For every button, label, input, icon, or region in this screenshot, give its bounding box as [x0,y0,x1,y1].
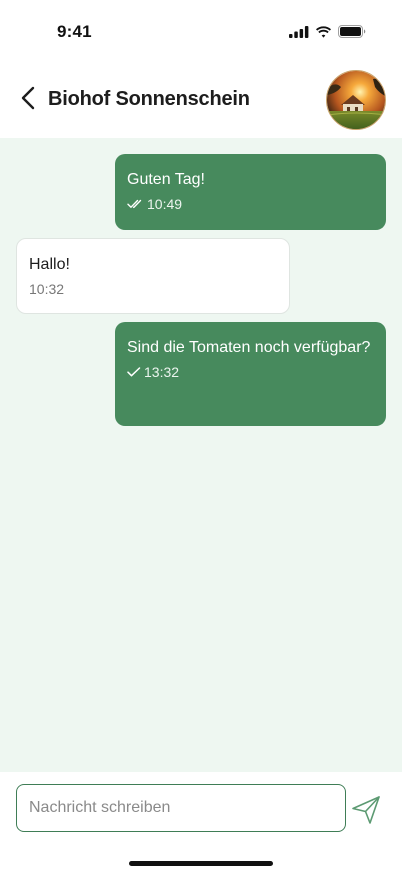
message-time: 10:49 [147,196,183,212]
message-meta: 13:32 [127,364,374,380]
message-text: Hallo! [29,256,70,273]
status-bar: 9:41 [0,0,402,62]
chevron-left-icon [21,86,35,115]
message-text: Guten Tag! [127,171,205,188]
double-check-icon [127,196,144,212]
message-time: 10:32 [29,281,65,297]
status-time: 9:41 [57,22,92,41]
cellular-signal-icon [289,25,309,43]
chat-screen: 9:41 Biohof Sonnenschein Guten Tag! 10:4… [0,0,402,874]
message-list[interactable]: Guten Tag! 10:49 Hallo! 10:32 Sind die T… [0,138,402,772]
contact-name[interactable]: Biohof Sonnenschein [48,88,250,111]
message-bubble-incoming[interactable]: Hallo! 10:32 [16,238,290,314]
contact-avatar[interactable] [326,70,386,130]
back-button[interactable] [16,86,40,114]
status-icons [289,25,366,43]
home-indicator[interactable] [129,861,273,866]
chat-header: Biohof Sonnenschein [0,62,402,138]
message-meta: 10:32 [29,281,277,297]
message-text: Sind die Tomaten noch verfügbar? [127,339,371,356]
message-meta: 10:49 [127,196,374,212]
check-icon [127,364,141,380]
message-bubble-outgoing[interactable]: Sind die Tomaten noch verfügbar? 13:32 [115,322,386,426]
composer-bar [0,772,402,874]
message-bubble-outgoing[interactable]: Guten Tag! 10:49 [115,154,386,230]
send-button[interactable] [350,795,382,830]
send-icon [351,795,381,830]
message-time: 13:32 [144,364,180,380]
wifi-icon [315,25,332,43]
message-input[interactable] [16,784,346,832]
battery-icon [338,25,366,43]
